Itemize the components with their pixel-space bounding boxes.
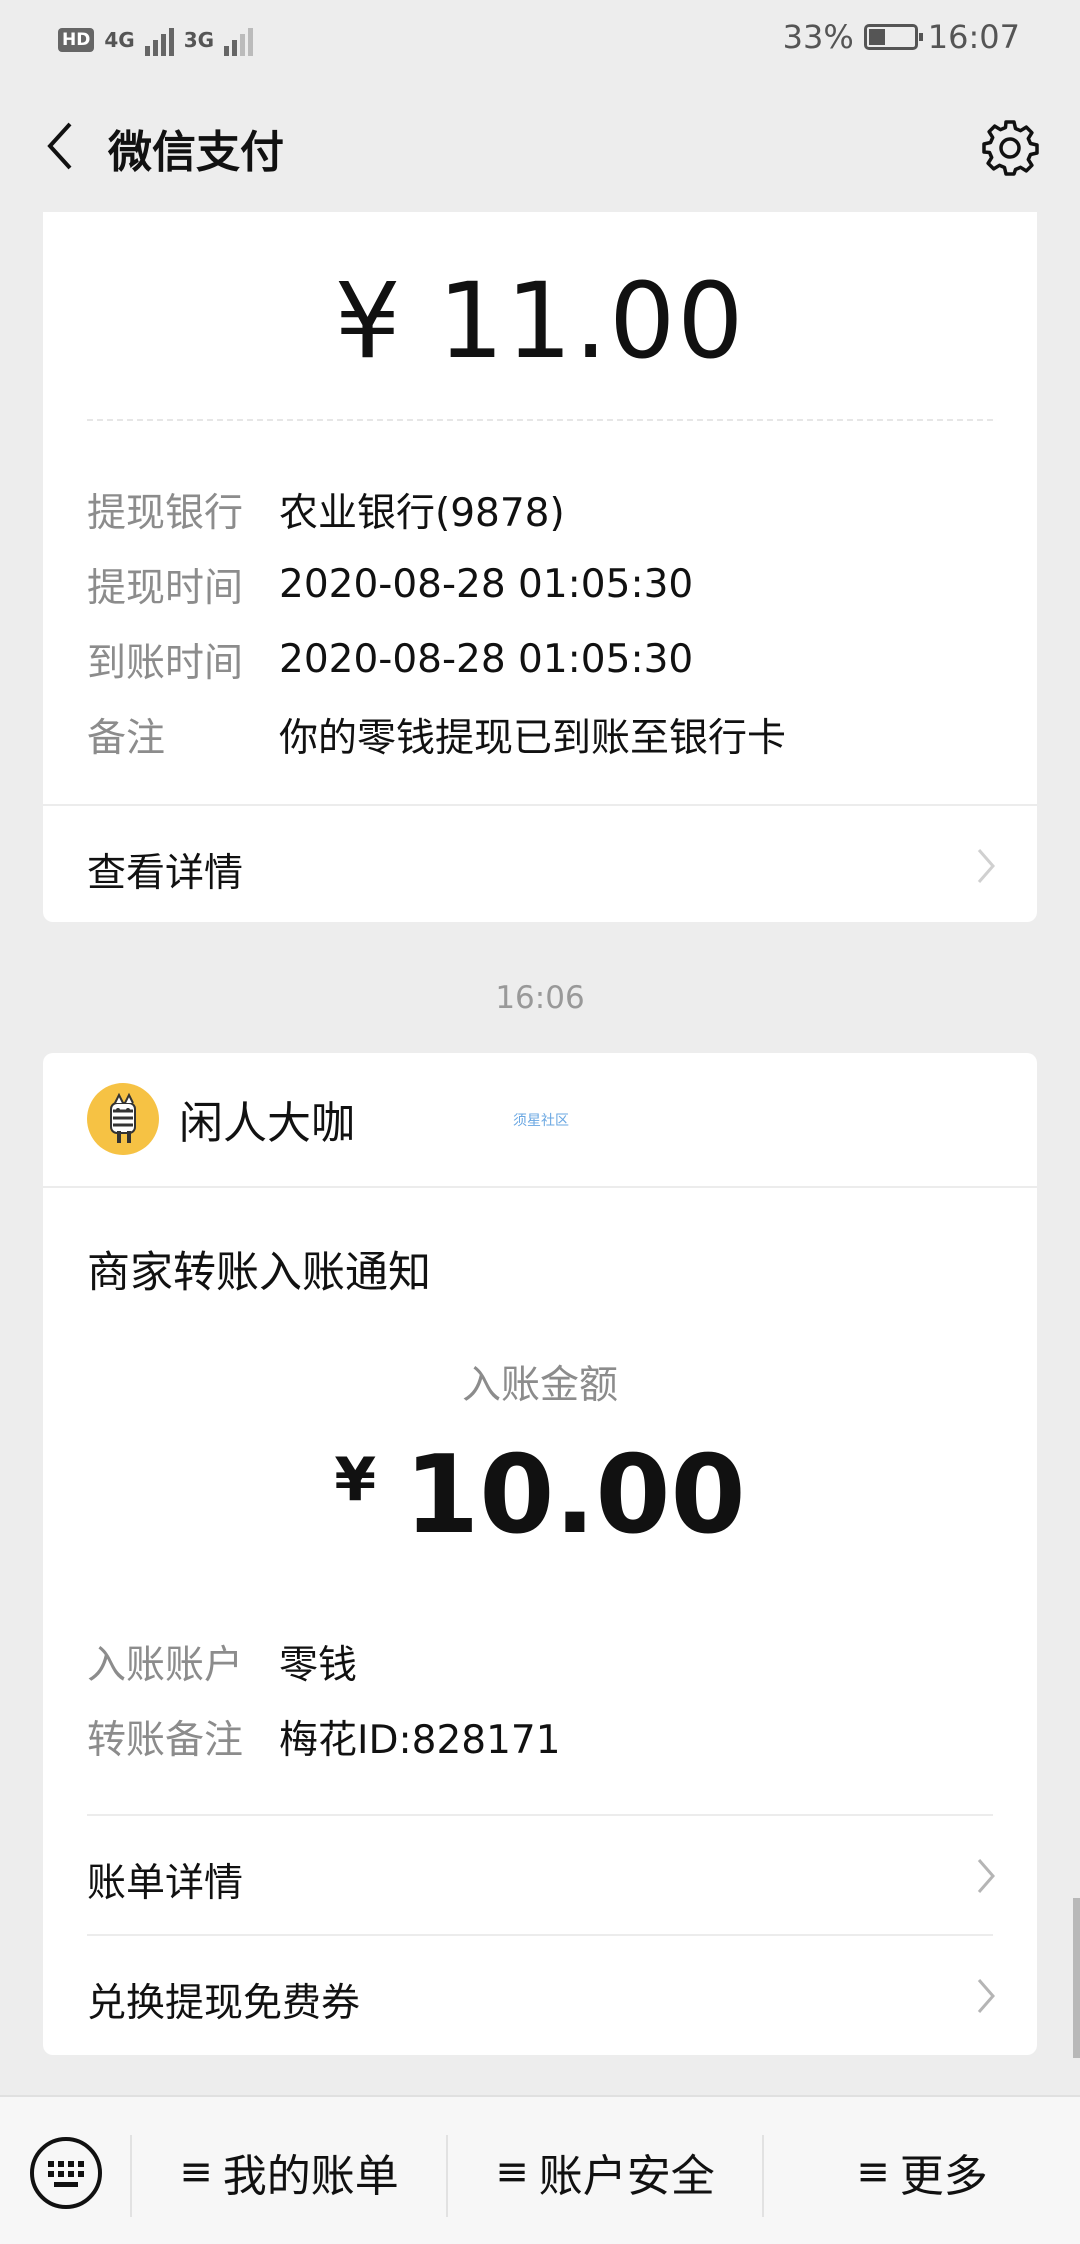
avatar [87, 1083, 159, 1155]
status-right: 33% 16:07 [783, 18, 1020, 56]
notice-title: 商家转账入账通知 [87, 1248, 431, 1298]
view-details-link[interactable]: 查看详情 [43, 806, 1037, 924]
network-4g-label: 4G [104, 28, 135, 52]
hd-badge: HD [58, 28, 95, 52]
detail-key: 提现银行 [87, 490, 244, 536]
menu-label: 我的账单 [222, 2150, 399, 2202]
transfer-amount: ¥10.00 [43, 1433, 1037, 1558]
detail-value: 农业银行(9878) [279, 490, 565, 536]
chevron-right-icon [977, 1979, 995, 2013]
detail-value: 梅花ID:828171 [279, 1717, 561, 1763]
detail-value: 你的零钱提现已到账至银行卡 [279, 715, 787, 761]
transfer-card: 闲人大咖 须星社区 商家转账入账通知 入账金额 ¥10.00 入账账户 零钱 转… [43, 1053, 1037, 2055]
detail-value: 2020-08-28 01:05:30 [279, 637, 694, 682]
merchant-name: 闲人大咖 [179, 1098, 355, 1149]
detail-key: 到账时间 [87, 640, 244, 686]
menu-my-bills[interactable]: ≡ 我的账单 [132, 2097, 446, 2244]
bill-details-link[interactable]: 账单详情 [43, 1816, 1037, 1934]
chevron-right-icon [977, 849, 995, 883]
menu-icon: ≡ [179, 2148, 213, 2195]
transfer-details: 入账账户 零钱 转账备注 梅花ID:828171 [87, 1624, 561, 1774]
detail-row: 转账备注 梅花ID:828171 [87, 1699, 561, 1774]
battery-icon [863, 24, 923, 50]
signal-icon [144, 24, 174, 56]
detail-row: 备注 你的零钱提现已到账至银行卡 [87, 697, 786, 772]
zebra-icon [110, 1092, 136, 1143]
merchant-header[interactable]: 闲人大咖 [87, 1083, 355, 1155]
menu-icon: ≡ [856, 2148, 890, 2195]
keyboard-icon[interactable] [28, 2135, 104, 2211]
chevron-left-icon[interactable] [40, 118, 84, 174]
bottom-menu-bar: ≡ 我的账单 ≡ 账户安全 ≡ 更多 [0, 2095, 1080, 2244]
amount-label: 入账金额 [461, 1363, 618, 1408]
message-timestamp: 16:06 [495, 980, 585, 1016]
menu-icon: ≡ [495, 2148, 529, 2195]
dashed-divider [87, 419, 993, 421]
view-details-label: 查看详情 [87, 851, 244, 896]
detail-row: 提现银行 农业银行(9878) [87, 472, 786, 547]
withdraw-amount: ¥ 11.00 [334, 260, 746, 382]
detail-key: 入账账户 [87, 1642, 244, 1688]
detail-key: 提现时间 [87, 565, 244, 611]
chevron-right-icon [977, 1859, 995, 1893]
status-bar: HD 4G 3G 33% 16:07 [0, 0, 1080, 80]
redeem-coupon-link[interactable]: 兑换提现免费券 [43, 1936, 1037, 2054]
divider [43, 1186, 1037, 1188]
bill-details-label: 账单详情 [87, 1861, 244, 1906]
clock: 16:07 [927, 18, 1020, 56]
network-3g-label: 3G [183, 28, 215, 52]
amount-value: 10.00 [404, 1433, 746, 1558]
withdraw-details: 提现银行 农业银行(9878) 提现时间 2020-08-28 01:05:30… [87, 472, 786, 772]
detail-row: 提现时间 2020-08-28 01:05:30 [87, 547, 786, 622]
detail-key: 备注 [87, 715, 166, 761]
gear-icon[interactable] [980, 118, 1040, 178]
currency-symbol: ¥ [334, 1445, 377, 1515]
detail-value: 零钱 [279, 1642, 358, 1688]
scrollbar[interactable] [1073, 1898, 1080, 2058]
menu-more[interactable]: ≡ 更多 [764, 2097, 1080, 2244]
nav-bar: 微信支付 [0, 80, 1080, 212]
status-left: HD 4G 3G [58, 20, 254, 60]
detail-row: 入账账户 零钱 [87, 1624, 561, 1699]
page-title: 微信支付 [108, 127, 284, 178]
signal-icon-2 [224, 24, 254, 56]
withdraw-card: ¥ 11.00 提现银行 农业银行(9878) 提现时间 2020-08-28 … [43, 212, 1037, 922]
detail-value: 2020-08-28 01:05:30 [279, 562, 694, 607]
menu-label: 更多 [899, 2150, 988, 2202]
battery-percent: 33% [782, 18, 854, 56]
detail-row: 到账时间 2020-08-28 01:05:30 [87, 622, 786, 697]
redeem-coupon-label: 兑换提现免费券 [87, 1981, 361, 2026]
watermark-text: 须星社区 [513, 1113, 569, 1129]
menu-label: 账户安全 [538, 2150, 715, 2202]
detail-key: 转账备注 [87, 1717, 244, 1763]
menu-account-security[interactable]: ≡ 账户安全 [448, 2097, 762, 2244]
